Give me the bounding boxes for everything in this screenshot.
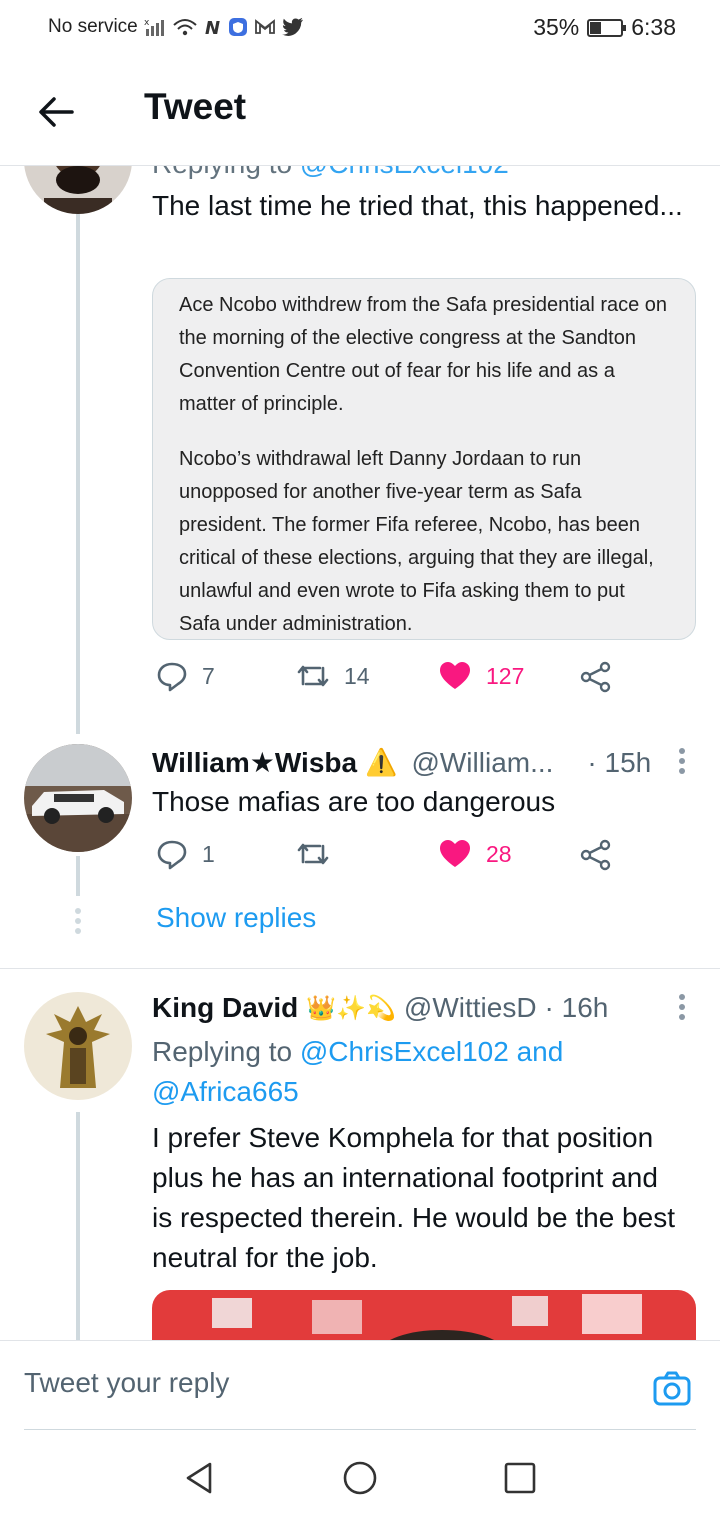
show-replies-link[interactable]: Show replies xyxy=(156,902,316,934)
svg-text:x: x xyxy=(144,18,150,28)
avatar[interactable] xyxy=(24,744,132,852)
media-press-backdrop xyxy=(152,1290,696,1340)
quoted-text-image[interactable]: Ace Ncobo withdrew from the Safa preside… xyxy=(152,278,696,640)
top-app-bar: Tweet xyxy=(0,56,720,166)
more-options-icon[interactable] xyxy=(678,748,686,776)
reply-button[interactable]: 1 xyxy=(156,838,215,870)
tweet-text: Those mafias are too dangerous xyxy=(152,786,556,817)
avatar[interactable] xyxy=(24,992,132,1100)
avatar[interactable] xyxy=(24,166,132,214)
quote-paragraph: Ncobo’s withdrawal left Danny Jordaan to… xyxy=(179,448,654,635)
shield-app-icon xyxy=(228,18,247,36)
share-icon xyxy=(580,839,611,871)
like-button[interactable]: 28 xyxy=(438,838,512,870)
warning-emoji: ⚠️ xyxy=(365,747,398,778)
tweet-header: William★Wisba ⚠️ @William... · 15h xyxy=(152,746,651,779)
carrier-label: No service xyxy=(48,16,138,37)
battery-percent: 35% xyxy=(533,14,580,40)
gmail-icon xyxy=(254,19,275,34)
timestamp[interactable]: · 15h xyxy=(587,747,651,779)
handle[interactable]: @William... xyxy=(411,747,553,779)
like-button[interactable]: 127 xyxy=(438,660,524,692)
tweet-text: The last time he tried that, this happen… xyxy=(152,190,683,221)
replying-to: Replying to @ChrisExcel102 and @Africa66… xyxy=(152,1032,672,1112)
twitter-status-icon xyxy=(281,17,303,36)
tweet-actions: 7 14 127 xyxy=(156,660,616,700)
retweet-count: 14 xyxy=(344,662,370,689)
nav-home-icon[interactable] xyxy=(342,1460,378,1496)
replying-to-cut: Replying to @ChrisExcel102 xyxy=(152,166,509,180)
battery-icon xyxy=(587,18,627,37)
camera-icon[interactable] xyxy=(652,1369,692,1409)
tweet-thread[interactable]: Replying to @ChrisExcel102 The last time… xyxy=(0,166,720,1340)
page-title: Tweet xyxy=(144,86,247,127)
avatar-car-image xyxy=(24,744,132,852)
nav-back-icon[interactable] xyxy=(182,1460,218,1496)
tweet-actions: 1 28 xyxy=(156,838,616,878)
tweet-header: King David 👑✨💫 @WittiesD · 16h xyxy=(152,992,608,1024)
mention-link[interactable]: @Africa665 xyxy=(152,1076,299,1107)
share-button[interactable] xyxy=(578,660,612,694)
quote-paragraph: Ace Ncobo withdrew from the Safa preside… xyxy=(179,294,668,415)
like-count: 127 xyxy=(486,662,525,689)
retweet-button[interactable] xyxy=(296,838,344,870)
avatar-man-image xyxy=(24,166,132,214)
reply-composer: Tweet your reply xyxy=(0,1340,720,1430)
reply-icon xyxy=(157,840,187,870)
more-options-icon[interactable] xyxy=(678,994,686,1022)
wifi-icon xyxy=(173,19,197,36)
thread-line xyxy=(76,856,80,896)
battery-level xyxy=(590,21,601,34)
nfc-icon: N xyxy=(205,18,220,37)
heart-filled-icon xyxy=(440,662,470,689)
mention-link[interactable]: @ChrisExcel102 xyxy=(300,1036,509,1067)
display-name[interactable]: William★Wisba xyxy=(152,746,357,779)
replying-and: and xyxy=(516,1036,564,1067)
thread-continuation-dots xyxy=(74,908,82,938)
retweet-icon xyxy=(297,843,329,865)
display-name[interactable]: King David xyxy=(152,992,298,1024)
signal-icon: x xyxy=(144,18,164,36)
thread-line xyxy=(76,214,80,734)
heart-filled-icon xyxy=(440,840,470,867)
reply-count: 7 xyxy=(202,662,215,689)
handle[interactable]: @WittiesD xyxy=(404,992,537,1024)
retweet-icon xyxy=(297,665,329,687)
divider xyxy=(0,968,720,969)
reply-input[interactable]: Tweet your reply xyxy=(24,1367,229,1399)
retweet-button[interactable]: 14 xyxy=(296,660,370,692)
share-button[interactable] xyxy=(578,838,612,872)
timestamp[interactable]: · 16h xyxy=(545,992,609,1024)
reply-count: 1 xyxy=(202,840,215,867)
nav-recents-icon[interactable] xyxy=(502,1460,538,1496)
clock: 6:38 xyxy=(631,14,676,40)
system-nav-bar xyxy=(0,1430,720,1520)
status-bar: No service x N 35% 6:38 xyxy=(0,0,720,56)
status-right: 35% 6:38 xyxy=(533,14,676,41)
back-arrow-icon[interactable] xyxy=(34,90,78,134)
svg-text:N: N xyxy=(205,18,220,37)
thread-line xyxy=(76,1112,80,1340)
avatar-statue-image xyxy=(24,992,132,1100)
tweet-media-image[interactable] xyxy=(152,1290,696,1340)
status-left: No service x N xyxy=(48,16,304,38)
replying-prefix: Replying to xyxy=(152,166,292,179)
crown-sparkles-emoji: 👑✨💫 xyxy=(306,994,396,1022)
like-count: 28 xyxy=(486,840,512,867)
replying-prefix: Replying to xyxy=(152,1036,293,1067)
mention-link[interactable]: @ChrisExcel102 xyxy=(300,166,509,179)
tweet-text: I prefer Steve Komphela for that positio… xyxy=(152,1122,675,1273)
reply-icon xyxy=(157,662,187,692)
reply-button[interactable]: 7 xyxy=(156,660,215,692)
share-icon xyxy=(580,661,611,693)
